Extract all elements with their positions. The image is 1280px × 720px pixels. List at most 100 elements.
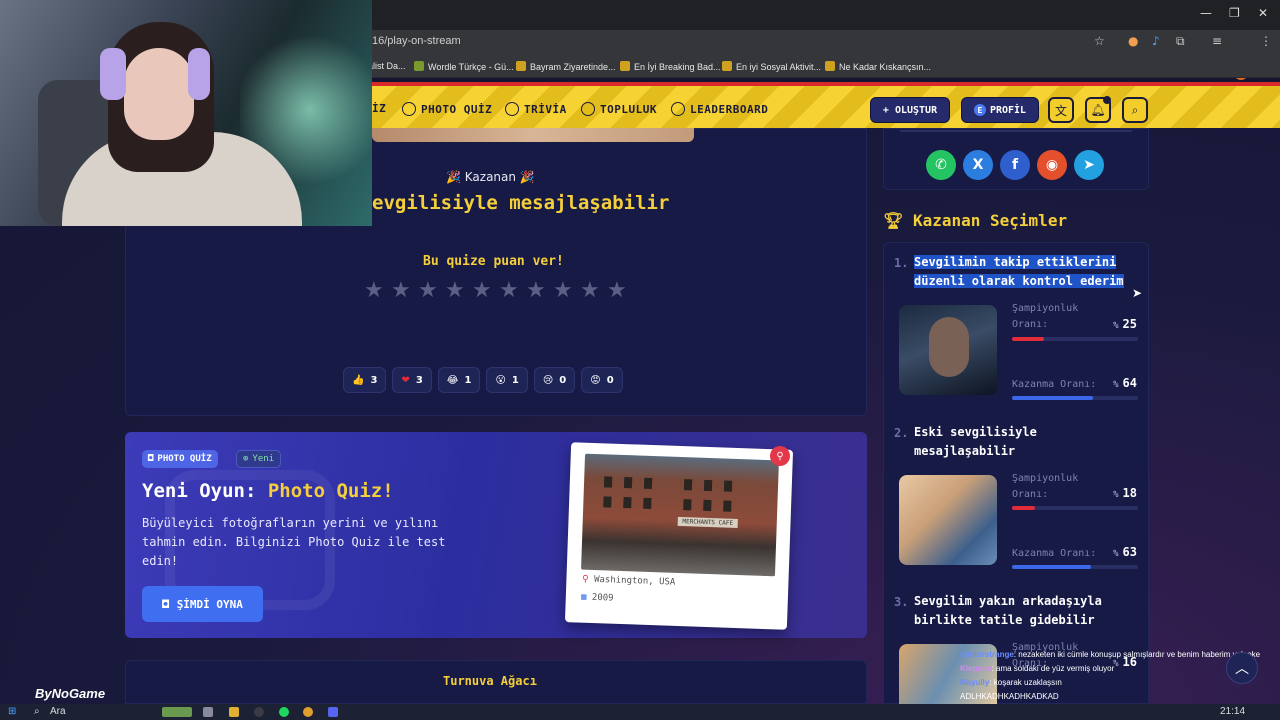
facebook-icon[interactable]: f (1000, 150, 1030, 180)
tab-search-icon[interactable]: ≡ (1212, 34, 1222, 48)
photo-sign: MERCHANTS CAFE (677, 516, 738, 529)
star-icon[interactable]: ★ (526, 280, 548, 302)
task-view-icon[interactable] (203, 707, 213, 717)
discord-icon[interactable] (328, 707, 338, 717)
windows-start-icon[interactable]: ⊞ (8, 706, 16, 718)
whatsapp-icon[interactable]: ✆ (926, 150, 956, 180)
bookmark-star-icon[interactable]: ☆ (1094, 34, 1105, 48)
star-icon[interactable]: ★ (391, 280, 413, 302)
extension-icon[interactable]: ● (1128, 34, 1138, 48)
photo-quiz-chip: ◘ PHOTO QUİZ (142, 450, 218, 468)
win-rate-value: % 64 (1113, 376, 1137, 390)
reaction-emoji-icon: 😮 (495, 374, 506, 386)
reaction-button[interactable]: 👍 3 (343, 367, 387, 393)
reaction-emoji-icon: 😢 (542, 374, 554, 386)
profile-button[interactable]: E PROFİL (961, 97, 1039, 123)
search-icon[interactable]: ⌕ (1122, 97, 1148, 123)
clock-time: 21:14 (1220, 706, 1246, 717)
reddit-icon[interactable]: ◉ (1037, 150, 1067, 180)
win-rate-bar (1012, 565, 1138, 569)
win-rate-label: Kazanma Oranı: (1012, 379, 1097, 390)
play-now-button[interactable]: ◘ ŞİMDİ OYNA (142, 586, 263, 622)
reaction-button[interactable]: 😮 1 (486, 367, 528, 393)
question-icon (505, 102, 519, 116)
reaction-button[interactable]: 😂 1 (437, 367, 481, 393)
create-button[interactable]: + OLUŞTUR (870, 97, 950, 123)
reaction-button[interactable]: 😢 0 (533, 367, 576, 393)
url-text[interactable]: 16/play-on-stream (372, 35, 461, 47)
star-icon[interactable]: ★ (553, 280, 575, 302)
audio-icon[interactable]: ♪ (1152, 34, 1160, 48)
search-icon[interactable]: ⌕ (34, 706, 40, 718)
site-navbar: İZ PHOTO QUİZ TRİVİA TOPLULUK LEADERBOAR… (372, 82, 1280, 128)
choice-number: 2. (894, 426, 909, 440)
bookmark-item[interactable]: Ne Kadar Kıskançsın... (825, 61, 931, 72)
bookmark-item[interactable]: Wordle Türkçe - Gü... (414, 61, 514, 72)
win-rate-value: % 63 (1113, 545, 1137, 559)
sample-photo: MERCHANTS CAFE (581, 453, 779, 577)
reaction-emoji-icon: 😡 (590, 374, 601, 386)
nav-link-quiz[interactable]: İZ (372, 102, 386, 115)
camera-icon: ◘ (162, 597, 169, 611)
close-icon[interactable]: ✕ (1258, 6, 1268, 20)
nav-link-photo-quiz[interactable]: PHOTO QUİZ (402, 102, 492, 116)
share-link-field[interactable] (900, 128, 1132, 132)
win-rate-bar (1012, 396, 1138, 400)
star-rating[interactable]: ★ ★ ★ ★ ★ ★ ★ ★ ★ ★ (364, 280, 629, 302)
nav-link-community[interactable]: TOPLULUK (581, 102, 657, 116)
choice-text-selected[interactable]: Sevgilimin takip ettiklerini düzenli ola… (914, 253, 1134, 291)
winner-title: evgilisiyle mesajlaşabilir (372, 192, 670, 214)
winner-image (372, 128, 694, 142)
star-icon[interactable]: ★ (472, 280, 494, 302)
taskbar-search[interactable]: Ara (50, 706, 66, 718)
taskbar-widget-icon[interactable] (162, 707, 192, 717)
star-icon[interactable]: ★ (364, 280, 386, 302)
nav-link-leaderboard[interactable]: LEADERBOARD (671, 102, 768, 116)
reaction-bar: 👍 3 ❤ 3 😂 1 😮 1 😢 0 😡 0 (343, 367, 623, 393)
reaction-button[interactable]: 😡 0 (581, 367, 623, 393)
camera-icon: ◘ (148, 454, 154, 464)
spotify-icon[interactable] (279, 707, 289, 717)
menu-dots-icon[interactable]: ⋮ (1260, 34, 1272, 48)
chat-text: : nezaketen iki cümle konuşup salmışlard… (1013, 650, 1261, 659)
reaction-count: 0 (559, 374, 567, 386)
app-icon[interactable] (254, 707, 264, 717)
bookmark-item[interactable]: En iyi Sosyal Aktivit... (722, 61, 821, 72)
chat-username: Klegoos (960, 664, 992, 673)
star-icon[interactable]: ★ (445, 280, 467, 302)
champion-rate-value: % 25 (1113, 317, 1137, 331)
star-icon[interactable]: ★ (499, 280, 521, 302)
reaction-button[interactable]: ❤ 3 (392, 367, 432, 393)
choice-thumbnail (899, 475, 997, 565)
bookmark-item[interactable]: alist Da... (368, 61, 406, 71)
reaction-count: 0 (606, 374, 614, 386)
reaction-emoji-icon: 😂 (446, 374, 459, 386)
choice-text[interactable]: Eski sevgilisiyle mesajlaşabilir (914, 423, 1134, 461)
win-rate-label: Kazanma Oranı: (1012, 548, 1097, 559)
notification-bell-icon[interactable]: 🔔︎ (1085, 96, 1111, 123)
scroll-to-top-icon[interactable]: ︿ (1226, 652, 1258, 684)
promo-title: Yeni Oyun: Photo Quiz! (142, 480, 394, 502)
x-twitter-icon[interactable]: X (963, 150, 993, 180)
bookmark-item[interactable]: Bayram Ziyaretinde... (516, 61, 616, 72)
restore-icon[interactable]: ❐ (1229, 6, 1240, 20)
choice-number: 3. (894, 595, 909, 609)
reaction-emoji-icon: ❤ (401, 374, 410, 386)
star-icon[interactable]: ★ (418, 280, 440, 302)
choice-text[interactable]: Sevgilim yakın arkadaşıyla birlikte tati… (914, 592, 1134, 630)
star-icon[interactable]: ★ (607, 280, 629, 302)
minimize-icon[interactable]: — (1200, 6, 1212, 20)
bookmark-item[interactable]: En İyi Breaking Bad... (620, 61, 721, 72)
nav-link-trivia[interactable]: TRİVİA (505, 102, 567, 116)
translate-icon[interactable]: 文 (1048, 97, 1074, 123)
puzzle-icon[interactable]: ⧉ (1176, 34, 1185, 49)
chat-text: : koşarak uzaklaşsın (989, 678, 1062, 687)
star-icon[interactable]: ★ (580, 280, 602, 302)
globe-icon: ⊕ (243, 454, 249, 464)
chrome-icon[interactable] (303, 707, 313, 717)
file-explorer-icon[interactable] (229, 707, 239, 717)
stream-brand-logo: ByNoGame (35, 686, 106, 701)
telegram-icon[interactable]: ➤ (1074, 150, 1104, 180)
reaction-count: 3 (415, 374, 423, 386)
bracket-title: Turnuva Ağacı (443, 674, 537, 688)
